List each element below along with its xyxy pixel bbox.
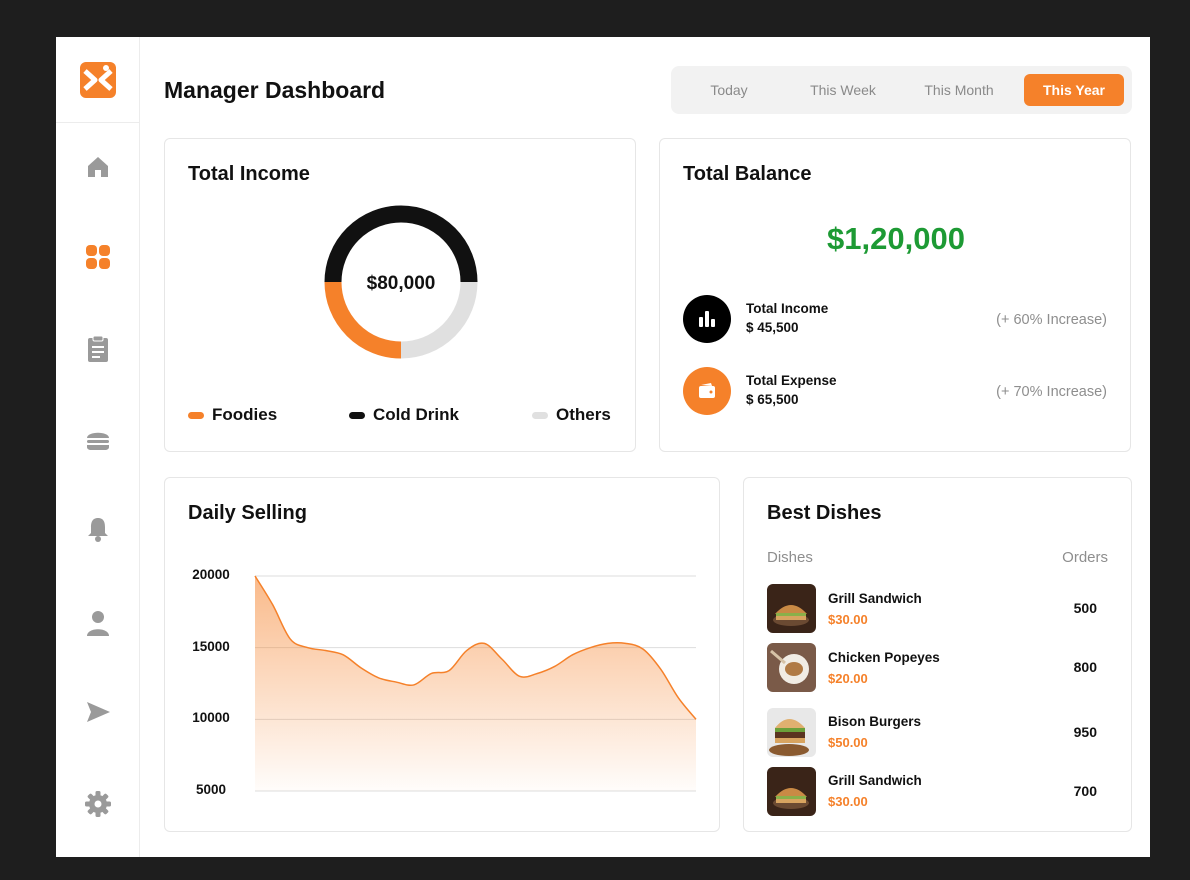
daily-selling-card: Daily Selling 20000 15000 10000 5000 (164, 477, 720, 832)
sidebar (56, 37, 140, 857)
legend-swatch (188, 411, 204, 419)
page-title: Manager Dashboard (164, 77, 386, 103)
dish-price: $30.00 (828, 794, 868, 809)
user-icon[interactable] (78, 603, 118, 643)
bar-chart-icon (683, 295, 731, 343)
gear-icon[interactable] (78, 784, 118, 824)
tab-this-month[interactable]: This Month (907, 74, 1011, 106)
period-tabs: Today This Week This Month This Year (671, 66, 1132, 114)
area-fill (255, 576, 696, 791)
total-income-change: (+ 60% Increase) (996, 312, 1107, 328)
tab-today[interactable]: Today (679, 74, 779, 106)
legend-item-cold-drink: Cold Drink (349, 405, 459, 425)
total-balance-title: Total Balance (683, 163, 812, 185)
sandwich-image (767, 767, 816, 816)
tab-this-year[interactable]: This Year (1024, 74, 1124, 106)
wallet-icon (683, 367, 731, 415)
dish-name: Chicken Popeyes (828, 650, 940, 665)
burger-image (767, 708, 816, 757)
dish-price: $50.00 (828, 735, 868, 750)
total-income-value: $ 45,500 (746, 320, 799, 335)
dashboard-window: Manager Dashboard Today This Week This M… (56, 37, 1150, 857)
legend-swatch (349, 411, 365, 419)
main-content: Manager Dashboard Today This Week This M… (140, 37, 1150, 857)
dishes-column-header: Dishes (767, 549, 813, 566)
legend-label: Others (556, 405, 611, 424)
dish-name: Grill Sandwich (828, 773, 922, 788)
total-expense-value: $ 65,500 (746, 392, 799, 407)
dish-price: $20.00 (828, 671, 868, 686)
sandwich-image (767, 584, 816, 633)
total-expense-label: Total Expense (746, 373, 837, 388)
home-icon[interactable] (78, 147, 118, 187)
orders-column-header: Orders (1062, 549, 1108, 566)
legend-label: Foodies (212, 405, 278, 424)
clipboard-icon[interactable] (78, 329, 118, 369)
dish-orders: 500 (1073, 600, 1097, 616)
bell-icon[interactable] (78, 509, 118, 549)
send-icon[interactable] (78, 692, 118, 732)
total-balance-card: Total Balance $1,20,000 Total Income $ 4… (659, 138, 1131, 452)
best-dishes-title: Best Dishes (767, 502, 882, 524)
tab-this-week[interactable]: This Week (791, 74, 895, 106)
chicken-image (767, 643, 816, 692)
donut-center-label: $80,000 (367, 273, 436, 294)
donut-slice-cold-drink (324, 205, 478, 283)
logo-icon[interactable] (56, 37, 140, 123)
burger-icon[interactable] (78, 420, 118, 460)
total-income-card: Total Income $80,000 Foodies Cold Drink … (164, 138, 636, 452)
balance-amount: $1,20,000 (827, 221, 965, 256)
dish-price: $30.00 (828, 612, 868, 627)
dish-orders: 950 (1073, 724, 1097, 740)
total-income-label: Total Income (746, 301, 829, 316)
legend-item-foodies: Foodies (188, 405, 277, 425)
legend-swatch (532, 411, 548, 419)
total-expense-change: (+ 70% Increase) (996, 384, 1107, 400)
daily-selling-chart (254, 575, 697, 792)
grid-icon[interactable] (78, 237, 118, 277)
dish-orders: 700 (1073, 783, 1097, 799)
dish-name: Bison Burgers (828, 714, 922, 729)
dish-orders: 800 (1073, 659, 1097, 675)
legend-label: Cold Drink (373, 405, 459, 424)
best-dishes-card: Best Dishes Dishes Orders Grill Sandwich… (743, 477, 1132, 832)
dish-name: Grill Sandwich (828, 591, 922, 606)
legend-item-others: Others (532, 405, 611, 425)
